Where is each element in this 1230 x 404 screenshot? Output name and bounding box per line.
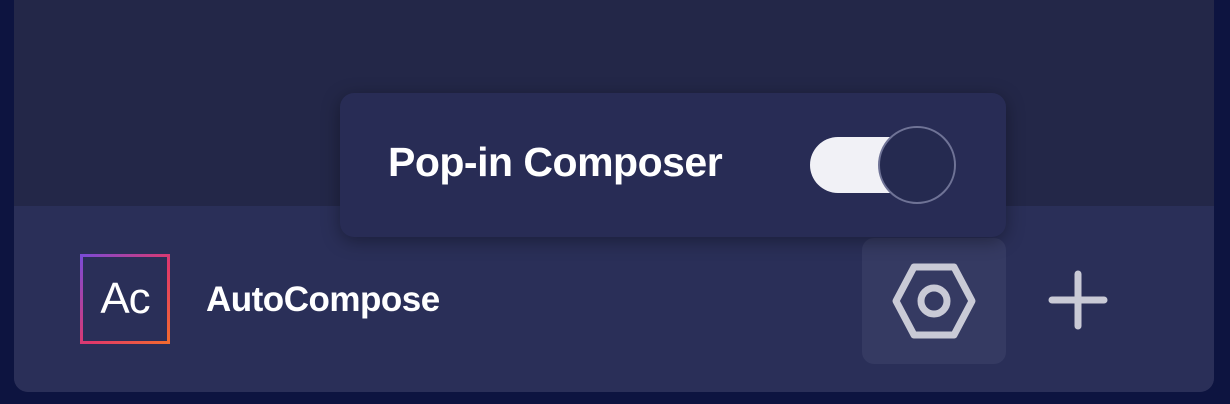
autocompose-logo: Ac [80,254,170,344]
toggle-knob [878,126,956,204]
pop-in-composer-toggle[interactable] [810,126,958,204]
hex-gear-icon [892,263,976,339]
app-name: AutoCompose [206,280,440,319]
plus-icon [1048,270,1108,330]
add-button[interactable] [1040,262,1116,338]
logo-text: Ac [100,274,150,323]
settings-button[interactable] [862,238,1006,364]
composer-settings-popover: Pop-in Composer [340,93,1006,237]
pop-in-composer-label: Pop-in Composer [388,139,723,185]
